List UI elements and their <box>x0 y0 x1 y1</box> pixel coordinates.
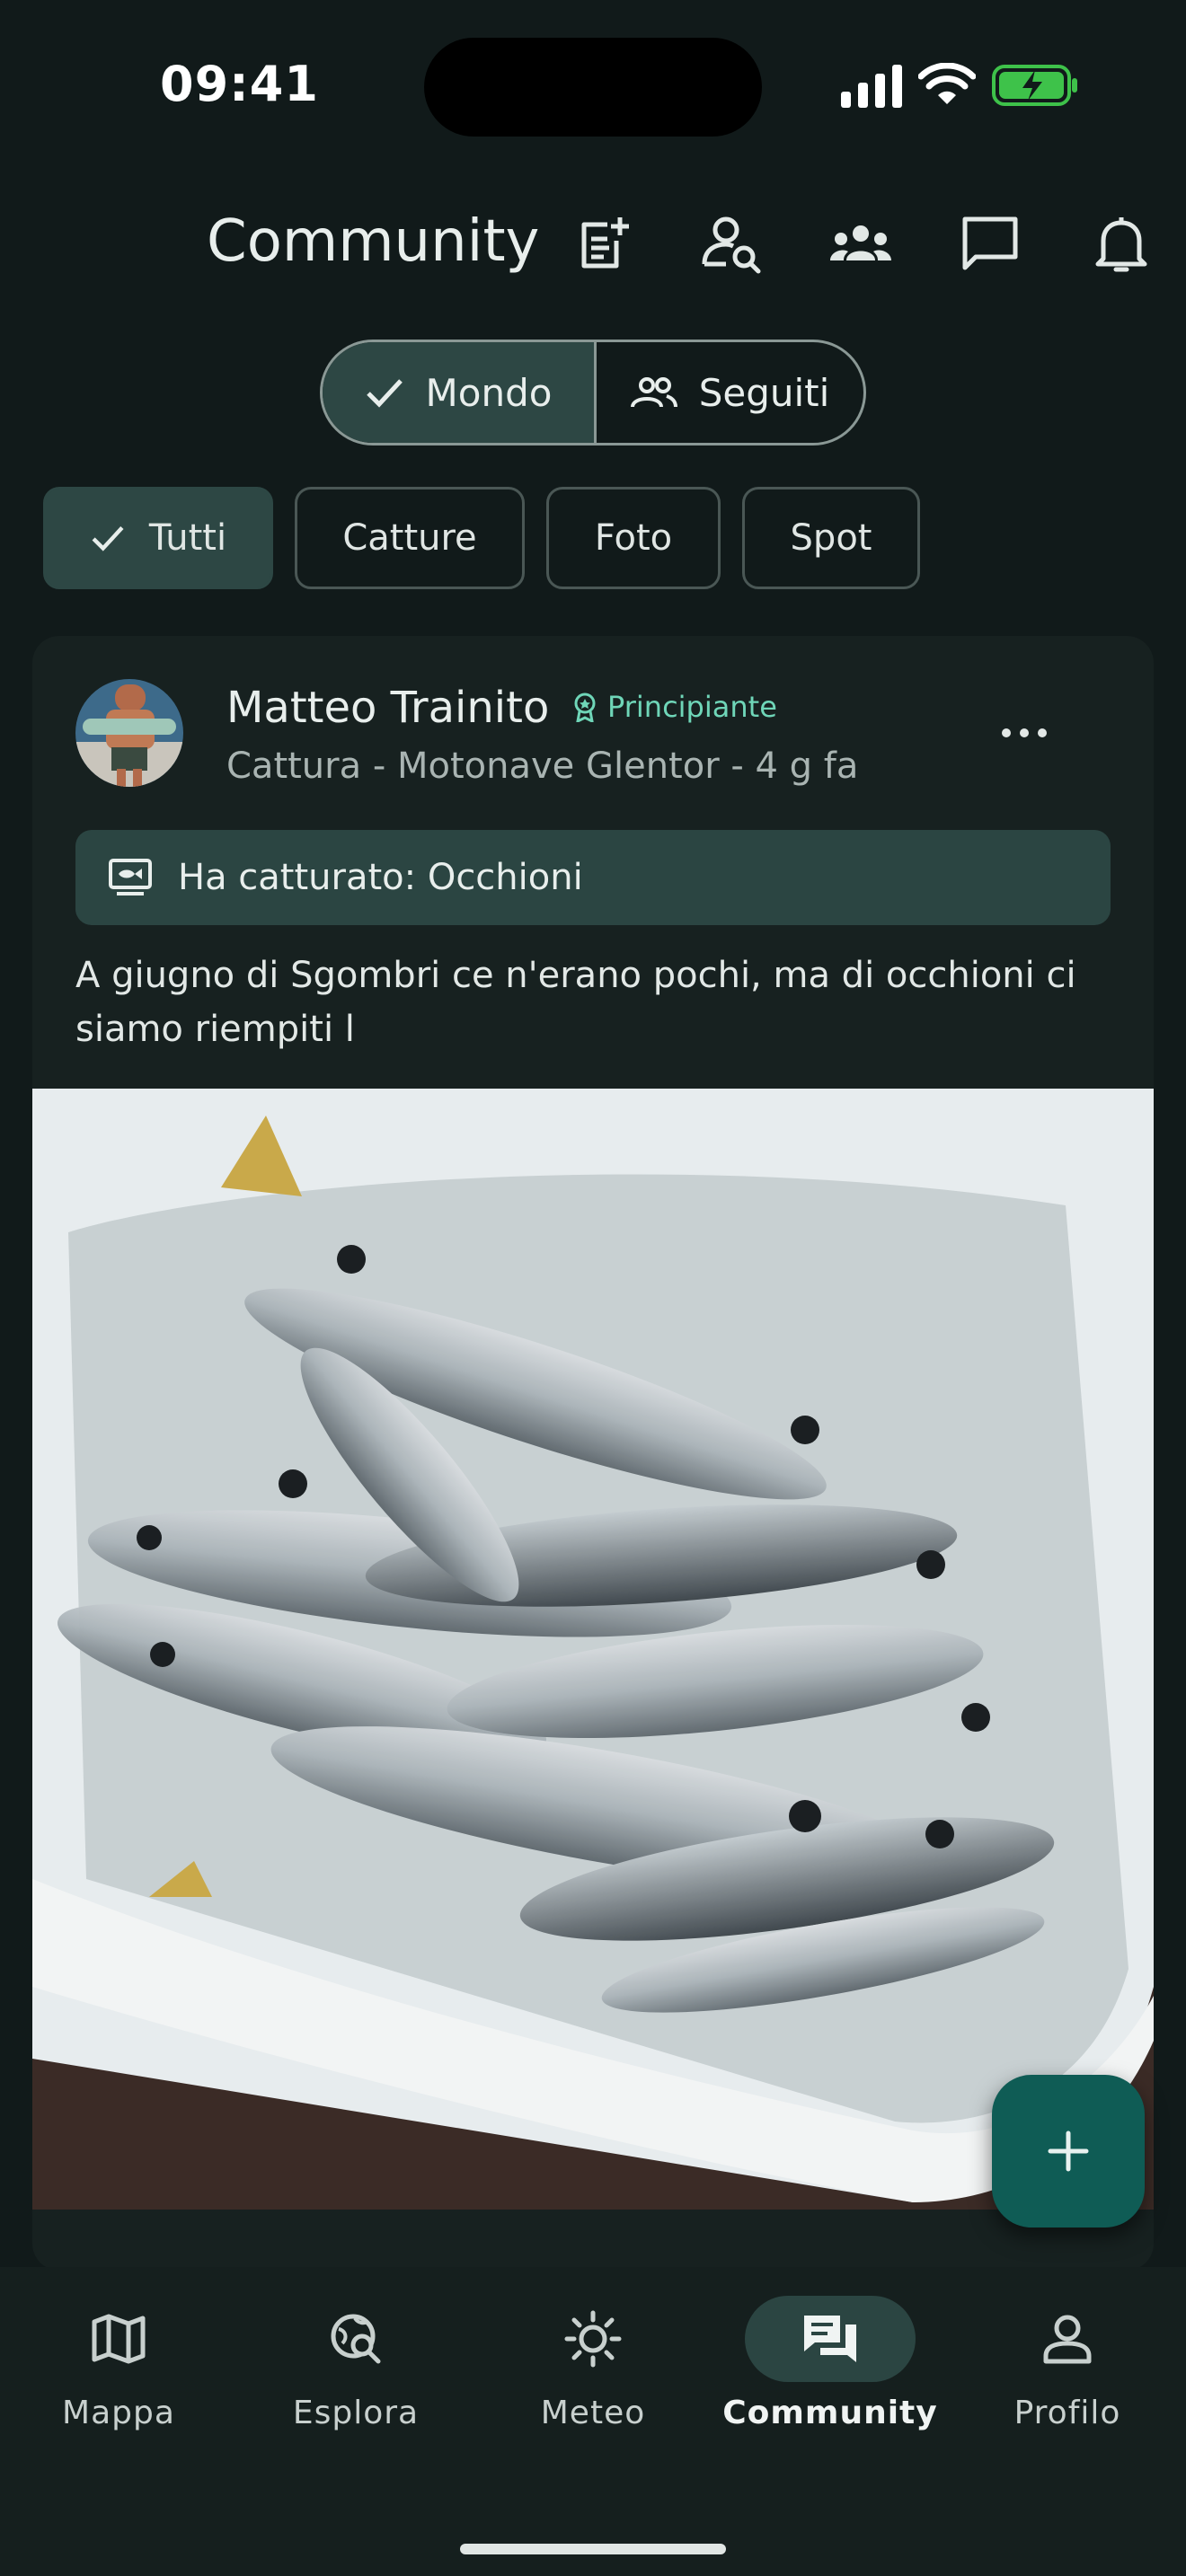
check-icon <box>366 379 403 408</box>
community-icon <box>804 2316 856 2362</box>
fish-card-icon <box>109 859 152 895</box>
chip-foto-label: Foto <box>594 517 673 559</box>
groups-icon[interactable] <box>828 212 893 277</box>
avatar-image <box>75 679 183 787</box>
wifi-icon <box>918 63 976 104</box>
home-indicator[interactable] <box>460 2544 726 2554</box>
chip-spot-label: Spot <box>790 517 872 559</box>
nav-esplora-label: Esplora <box>292 2395 420 2431</box>
chip-catture[interactable]: Catture <box>295 487 525 589</box>
chip-tutti-label: Tutti <box>148 517 227 559</box>
map-icon <box>92 2314 146 2364</box>
nav-community-label: Community <box>722 2395 938 2431</box>
post-author-name[interactable]: Matteo Trainito <box>226 683 549 733</box>
nav-mappa-label: Mappa <box>62 2395 175 2431</box>
nav-community[interactable]: Community <box>722 2296 938 2475</box>
status-time: 09:41 <box>160 56 319 112</box>
people-icon <box>630 377 677 408</box>
explore-icon <box>331 2314 381 2364</box>
page-title: Community <box>207 208 540 275</box>
chip-spot[interactable]: Spot <box>742 487 920 589</box>
create-post-fab[interactable] <box>992 2075 1145 2228</box>
avatar[interactable] <box>75 679 183 787</box>
nav-profilo-label: Profilo <box>1013 2395 1121 2431</box>
nav-meteo-label: Meteo <box>540 2395 646 2431</box>
chip-foto[interactable]: Foto <box>546 487 721 589</box>
award-icon <box>574 693 596 722</box>
chip-catture-label: Catture <box>342 517 477 559</box>
bell-icon[interactable] <box>1089 212 1154 277</box>
segment-mondo[interactable]: Mondo <box>323 342 597 443</box>
segment-seguiti-label: Seguiti <box>698 370 830 415</box>
weather-icon <box>564 2310 622 2368</box>
plus-icon <box>1048 2130 1089 2172</box>
author-level-badge: Principiante <box>571 690 777 724</box>
chat-icon[interactable] <box>958 212 1022 277</box>
more-options-icon[interactable] <box>996 717 1053 749</box>
catch-species-banner[interactable]: Ha catturato: Occhioni <box>75 830 1111 925</box>
dynamic-island <box>424 38 762 137</box>
new-post-icon[interactable] <box>571 212 636 277</box>
author-level-label: Principiante <box>607 690 777 724</box>
find-user-icon[interactable] <box>699 212 764 277</box>
signal-icon <box>841 65 902 108</box>
segment-seguiti[interactable]: Seguiti <box>597 342 863 443</box>
nav-meteo[interactable]: Meteo <box>485 2296 701 2475</box>
post-caption: A giugno di Sgombri ce n'erano pochi, ma… <box>75 955 1076 1050</box>
post-photo[interactable] <box>32 1089 1154 2210</box>
check-icon <box>92 526 124 551</box>
post-meta: Cattura - Motonave Glentor - 4 g fa <box>226 745 859 787</box>
fish-bucket-image <box>32 1089 1154 2210</box>
nav-esplora[interactable]: Esplora <box>248 2296 464 2475</box>
catch-species-label: Ha catturato: Occhioni <box>178 857 583 898</box>
nav-profilo[interactable]: Profilo <box>960 2296 1175 2475</box>
segment-mondo-label: Mondo <box>425 370 553 415</box>
scope-segmented-control: Mondo Seguiti <box>320 340 866 446</box>
profile-icon <box>1043 2315 1092 2364</box>
nav-mappa[interactable]: Mappa <box>11 2296 226 2475</box>
chip-tutti[interactable]: Tutti <box>43 487 273 589</box>
battery-charging-icon <box>992 65 1077 106</box>
